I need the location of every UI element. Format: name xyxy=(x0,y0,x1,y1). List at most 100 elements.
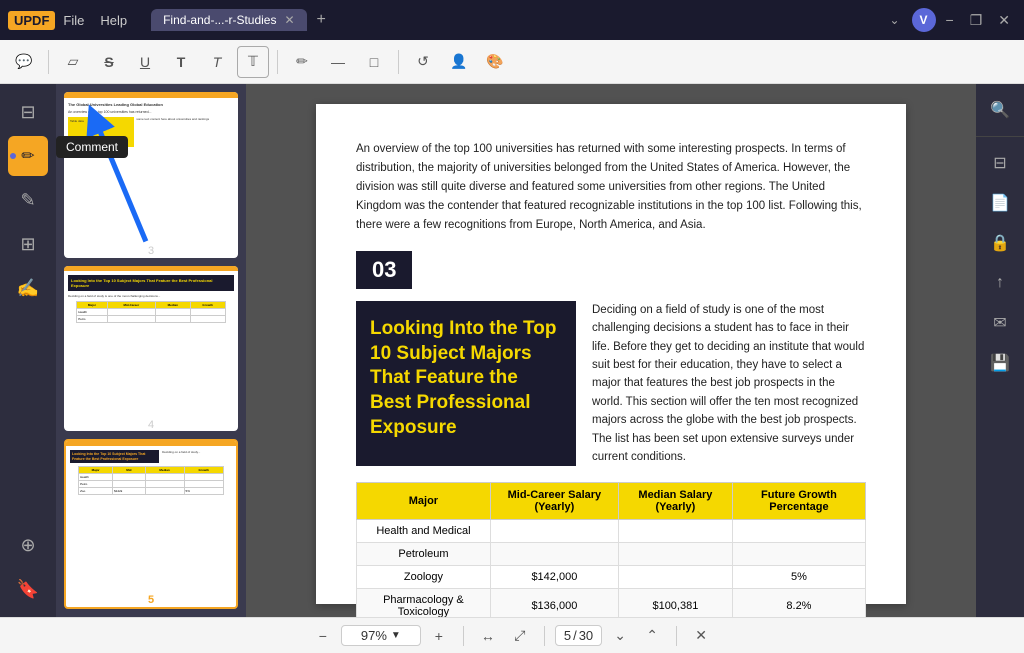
user-avatar[interactable]: V xyxy=(912,8,936,32)
sidebar-item-bookmark[interactable]: 🔖 xyxy=(8,569,48,609)
right-sep xyxy=(976,136,1024,137)
page-display: 5 / 30 xyxy=(555,625,602,646)
shape-tool-btn[interactable]: — xyxy=(322,46,354,78)
section-title: Looking Into the Top 10 Subject Majors T… xyxy=(356,301,576,467)
tab-title: Find-and-...-r-Studies xyxy=(163,13,276,27)
file-menu[interactable]: File xyxy=(63,13,84,28)
sidebar-item-pages[interactable]: ⊟ xyxy=(8,92,48,132)
right-scan-icon[interactable]: ⊟ xyxy=(982,145,1018,181)
close-btn[interactable]: ✕ xyxy=(992,12,1016,29)
zoom-dropdown-icon[interactable]: ▼ xyxy=(391,630,401,641)
thumbnail-page-4[interactable]: Looking Into the Top 10 Subject Majors T… xyxy=(64,266,238,432)
row1-median xyxy=(618,520,732,543)
table-row: Pharmacology & Toxicology $136,000 $100,… xyxy=(357,589,866,617)
tab-close-btn[interactable]: ✕ xyxy=(284,13,294,27)
sidebar-item-layers[interactable]: ⊕ xyxy=(8,525,48,565)
table-header-growth: Future Growth Percentage xyxy=(732,483,865,520)
sidebar-item-signature[interactable]: ✍ xyxy=(8,268,48,308)
section-number: 03 xyxy=(356,251,412,289)
row1-midcareer xyxy=(490,520,618,543)
right-search-icon[interactable]: 🔍 xyxy=(982,92,1018,128)
toolbar-sep-3 xyxy=(398,50,399,74)
page-separator: / xyxy=(573,628,577,643)
prev-page-btn[interactable]: ⌄ xyxy=(606,622,634,650)
comment-icon: ✏ xyxy=(21,146,34,166)
next-page-btn[interactable]: ⌃ xyxy=(638,622,666,650)
edit-icon: ✎ xyxy=(20,190,35,211)
rect-tool-btn[interactable]: □ xyxy=(358,46,390,78)
color-tool-btn[interactable]: 🎨 xyxy=(479,46,511,78)
highlight-tool-btn[interactable]: ▱ xyxy=(57,46,89,78)
layers-icon: ⊕ xyxy=(20,535,35,556)
zoom-display[interactable]: 97% ▼ xyxy=(341,625,421,646)
right-save-icon[interactable]: 💾 xyxy=(982,345,1018,381)
row2-growth xyxy=(732,543,865,566)
row3-midcareer: $142,000 xyxy=(490,566,618,589)
table-row: Health and Medical xyxy=(357,520,866,543)
table-header-midcareer: Mid-Career Salary (Yearly) xyxy=(490,483,618,520)
thumbnail-panel: The Global Universities Leading Global E… xyxy=(56,84,246,617)
fit-width-btn[interactable]: ↔ xyxy=(474,622,502,650)
row3-major: Zoology xyxy=(357,566,491,589)
pencil-tool-btn[interactable]: ✏ xyxy=(286,46,318,78)
pages-icon: ⊟ xyxy=(20,102,35,123)
pdf-page: An overview of the top 100 universities … xyxy=(316,104,906,604)
right-share-icon[interactable]: ↑ xyxy=(982,265,1018,301)
bookmark-icon: 🔖 xyxy=(17,579,39,600)
thumbnail-4-content: Looking Into the Top 10 Subject Majors T… xyxy=(64,266,238,416)
maximize-btn[interactable]: ❐ xyxy=(964,12,989,29)
bottom-sep-2 xyxy=(544,626,545,646)
right-lock-icon[interactable]: 🔒 xyxy=(982,225,1018,261)
active-tab[interactable]: Find-and-...-r-Studies ✕ xyxy=(151,9,306,31)
text3-tool-btn[interactable]: 𝕋 xyxy=(237,46,269,78)
zoom-in-btn[interactable]: + xyxy=(425,622,453,650)
zoom-out-btn[interactable]: − xyxy=(309,622,337,650)
thumbnail-5-content: Looking Into the Top 10 Subject Majors T… xyxy=(66,441,236,591)
comment-tool-btn[interactable]: 💬 xyxy=(8,46,40,78)
app-logo: UPDF xyxy=(8,11,55,30)
thumbnail-page-5[interactable]: Looking Into the Top 10 Subject Majors T… xyxy=(64,439,238,609)
table-header-major: Major xyxy=(357,483,491,520)
undo-tool-btn[interactable]: ↺ xyxy=(407,46,439,78)
stamp-tool-btn[interactable]: 👤 xyxy=(443,46,475,78)
row4-midcareer: $136,000 xyxy=(490,589,618,617)
sidebar-item-organize[interactable]: ⊞ xyxy=(8,224,48,264)
row2-median xyxy=(618,543,732,566)
help-menu[interactable]: Help xyxy=(100,13,127,28)
close-btn-bottom[interactable]: ✕ xyxy=(687,622,715,650)
sidebar-item-edit[interactable]: ✎ xyxy=(8,180,48,220)
row3-growth: 5% xyxy=(732,566,865,589)
section-body: Deciding on a field of study is one of t… xyxy=(592,301,866,467)
section-content: Looking Into the Top 10 Subject Majors T… xyxy=(356,301,866,467)
total-pages: 30 xyxy=(579,628,593,643)
current-page: 5 xyxy=(564,628,571,643)
thumb-3-pagenum: 3 xyxy=(64,242,238,258)
row2-major: Petroleum xyxy=(357,543,491,566)
pdf-area[interactable]: An overview of the top 100 universities … xyxy=(246,84,976,617)
dropdown-arrow-icon: ⌄ xyxy=(889,13,899,27)
active-indicator xyxy=(10,153,16,159)
right-ocr-icon[interactable]: 📄 xyxy=(982,185,1018,221)
new-tab-btn[interactable]: + xyxy=(311,11,332,29)
main-area: ⊟ ✏ Comment ✎ ⊞ ✍ ⊕ 🔖 xyxy=(0,84,1024,617)
zoom-value: 97% xyxy=(361,628,387,643)
sidebar-bottom: ⊕ 🔖 xyxy=(8,525,48,609)
strikethrough-tool-btn[interactable]: S xyxy=(93,46,125,78)
organize-icon: ⊞ xyxy=(20,234,35,255)
toolbar: 💬 ▱ S U T T 𝕋 ✏ — □ ↺ 👤 🎨 xyxy=(0,40,1024,84)
text-tool-btn[interactable]: T xyxy=(165,46,197,78)
table-header-median: Median Salary (Yearly) xyxy=(618,483,732,520)
thumb-4-pagenum: 4 xyxy=(64,416,238,432)
thumbnail-page-3[interactable]: The Global Universities Leading Global E… xyxy=(64,92,238,258)
title-bar: UPDF File Help Find-and-...-r-Studies ✕ … xyxy=(0,0,1024,40)
row3-median xyxy=(618,566,732,589)
text2-tool-btn[interactable]: T xyxy=(201,46,233,78)
fit-page-btn[interactable]: ⤢ xyxy=(506,622,534,650)
table-row: Zoology $142,000 5% xyxy=(357,566,866,589)
sidebar-item-comment[interactable]: ✏ Comment xyxy=(8,136,48,176)
underline-tool-btn[interactable]: U xyxy=(129,46,161,78)
minimize-btn[interactable]: − xyxy=(940,12,960,28)
data-table: Major Mid-Career Salary (Yearly) Median … xyxy=(356,482,866,617)
right-email-icon[interactable]: ✉ xyxy=(982,305,1018,341)
row1-growth xyxy=(732,520,865,543)
